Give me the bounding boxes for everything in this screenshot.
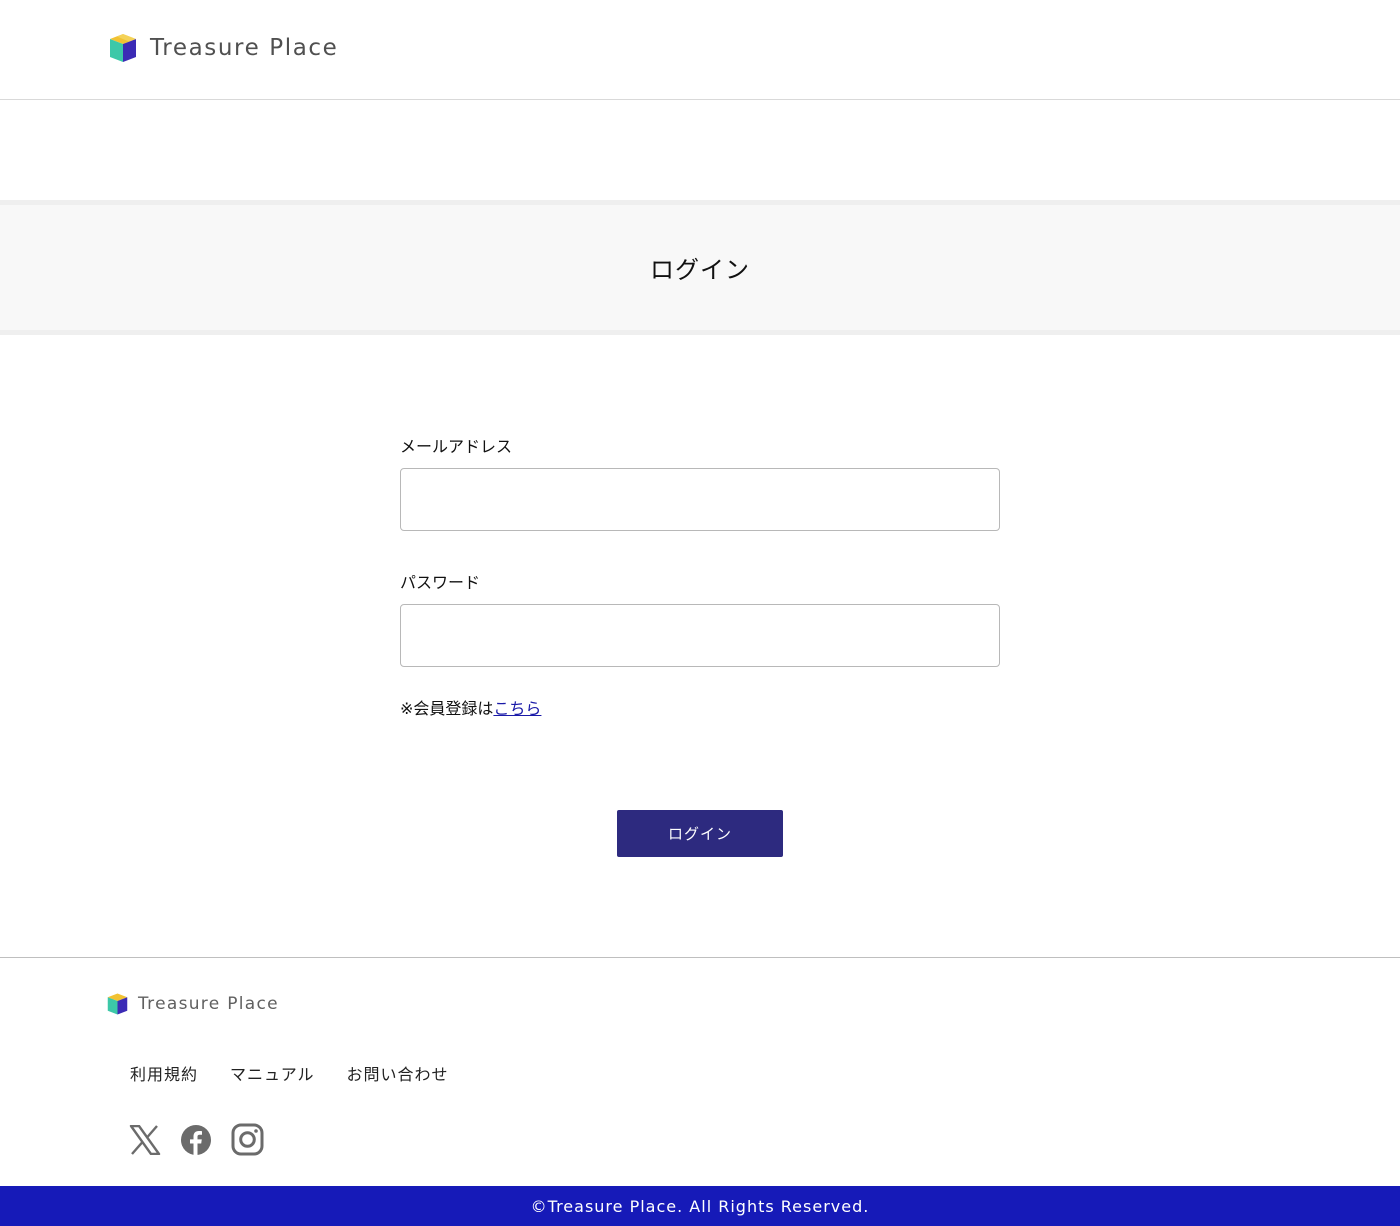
site-footer: Treasure Place 利用規約 マニュアル お問い合わせ <box>0 957 1400 1186</box>
instagram-link[interactable] <box>231 1123 264 1156</box>
login-button[interactable]: ログイン <box>617 810 783 857</box>
social-links <box>129 1123 283 1156</box>
footer-link-terms[interactable]: 利用規約 <box>130 1061 198 1085</box>
facebook-link[interactable] <box>180 1124 212 1156</box>
site-header: Treasure Place <box>0 0 1400 100</box>
password-field[interactable] <box>400 604 1000 667</box>
register-link[interactable]: こちら <box>493 699 541 718</box>
page-title: ログイン <box>650 256 750 284</box>
register-note-text: ※会員登録は <box>400 699 494 718</box>
password-label: パスワード <box>400 573 481 592</box>
page-title-band: ログイン <box>0 200 1400 335</box>
header-brand-name: Treasure Place <box>150 35 339 61</box>
facebook-icon <box>181 1124 211 1155</box>
copyright-text: ©Treasure Place. All Rights Reserved. <box>530 1196 870 1216</box>
footer-link-contact[interactable]: お問い合わせ <box>347 1061 449 1085</box>
email-field[interactable] <box>400 468 1000 531</box>
footer-logo-link[interactable]: Treasure Place <box>107 992 279 1016</box>
cube-logo-icon <box>110 34 136 62</box>
x-link[interactable] <box>129 1124 161 1155</box>
password-field-group: パスワード <box>400 572 1000 667</box>
footer-brand-name: Treasure Place <box>138 994 279 1014</box>
email-label: メールアドレス <box>400 437 513 456</box>
instagram-icon <box>231 1123 264 1156</box>
header-logo-link[interactable]: Treasure Place <box>109 32 338 64</box>
login-form: メールアドレス パスワード ※会員登録はこちら <box>400 436 1000 721</box>
email-field-group: メールアドレス <box>400 436 1000 531</box>
copyright-bar: ©Treasure Place. All Rights Reserved. <box>0 1186 1400 1226</box>
cube-logo-icon <box>107 993 128 1015</box>
footer-nav: 利用規約 マニュアル お問い合わせ <box>130 1061 481 1085</box>
footer-link-manual[interactable]: マニュアル <box>230 1061 315 1085</box>
x-icon <box>129 1124 161 1155</box>
register-note: ※会員登録はこちら <box>400 697 1000 721</box>
